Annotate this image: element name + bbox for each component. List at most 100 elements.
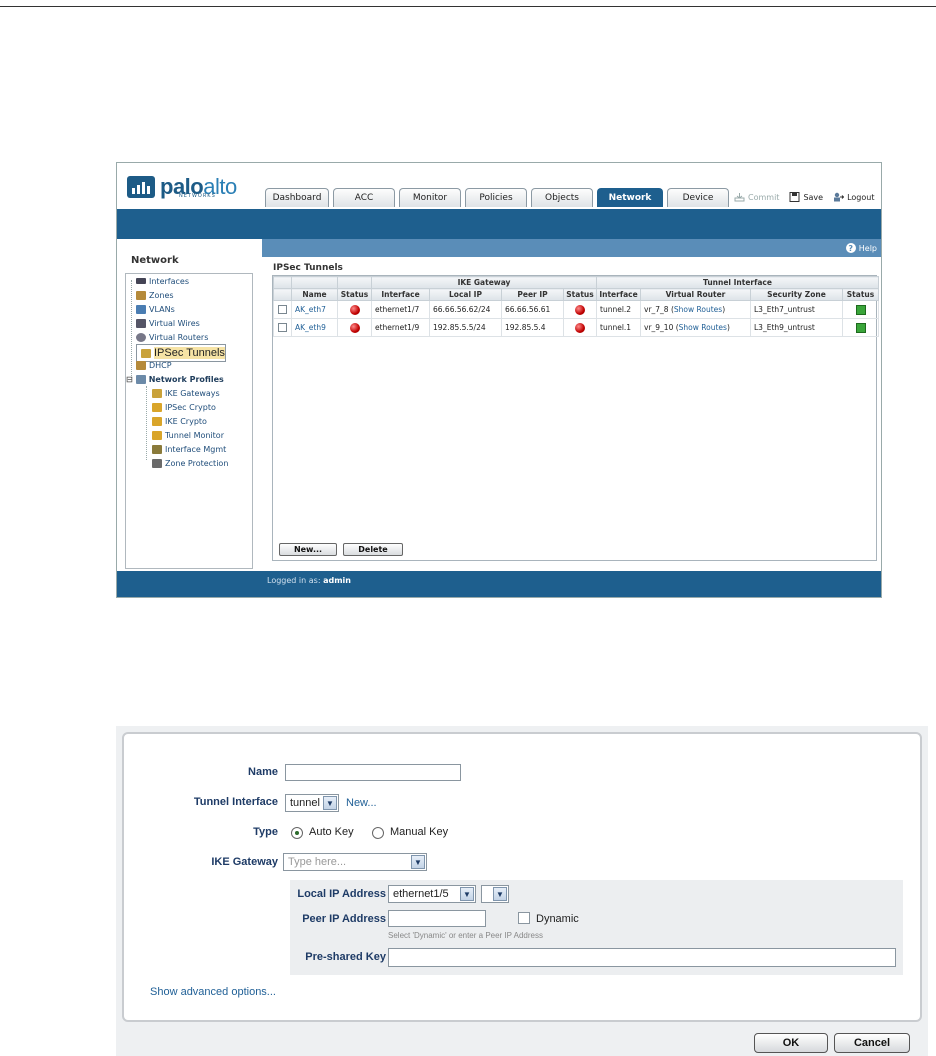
logged-in-user: admin [323, 576, 351, 585]
column-name[interactable]: Name [291, 288, 338, 301]
sidebar-item-ike-crypto[interactable]: IKE Crypto [152, 414, 207, 428]
top-rule [0, 6, 936, 7]
pre-shared-key-input[interactable] [388, 948, 896, 967]
show-advanced-options-link[interactable]: Show advanced options... [150, 986, 276, 998]
help-icon[interactable]: ? [845, 243, 856, 253]
name-label: Name [248, 766, 278, 778]
tab-dashboard[interactable]: Dashboard [265, 188, 329, 207]
type-manual-key-label: Manual Key [390, 826, 449, 838]
zone-protection-icon [152, 458, 162, 468]
dynamic-checkbox[interactable] [518, 912, 530, 924]
ipsec-tunnels-icon [141, 348, 151, 358]
sidebar-group-network-profiles[interactable]: ⊟ Network Profiles [126, 372, 224, 386]
sidebar-item-interfaces[interactable]: Interfaces [136, 274, 189, 288]
status-down-icon [349, 304, 360, 315]
interface-mgmt-icon [152, 444, 162, 454]
chevron-down-icon: ▼ [493, 887, 507, 901]
tab-device[interactable]: Device [667, 188, 729, 207]
sidebar-tree: Interfaces Zones VLANs Virtual Wires Vir… [125, 273, 253, 569]
tab-monitor[interactable]: Monitor [399, 188, 461, 207]
delete-button[interactable]: Delete [343, 543, 403, 556]
group-header-tunnel-interface: Tunnel Interface [596, 276, 879, 289]
logout-button[interactable]: Logout [833, 192, 874, 202]
sidebar-item-dhcp[interactable]: DHCP [136, 358, 172, 372]
ike-interface-cell: ethernet1/7 [371, 300, 430, 319]
tab-policies[interactable]: Policies [465, 188, 527, 207]
show-routes-link[interactable]: Show Routes [679, 323, 727, 332]
main-tabs: Dashboard ACC Monitor Policies Objects N… [265, 188, 729, 207]
collapse-icon: ⊟ [126, 374, 133, 384]
lock-icon [152, 402, 162, 412]
ike-gateway-select[interactable]: Type here... ▼ [283, 853, 427, 871]
table-row[interactable]: AK_eth7 ethernet1/7 66.66.56.62/24 66.66… [273, 300, 879, 319]
help-link[interactable]: Help [859, 244, 877, 253]
row-checkbox[interactable] [278, 305, 287, 315]
new-button[interactable]: New... [279, 543, 337, 556]
type-label: Type [253, 826, 278, 838]
tunnel-new-link[interactable]: New... [346, 797, 377, 809]
column-ike-interface[interactable]: Interface [371, 288, 430, 301]
local-ip-select[interactable]: ethernet1/5 ▼ [388, 885, 476, 903]
sidebar-item-tunnel-monitor[interactable]: Tunnel Monitor [152, 428, 224, 442]
cancel-button[interactable]: Cancel [834, 1033, 910, 1053]
vlans-icon [136, 304, 146, 314]
column-status[interactable]: Status [337, 288, 372, 301]
logged-in-label: Logged in as: [267, 576, 321, 585]
tunnels-table: IKE Gateway Tunnel Interface Name Status… [273, 276, 879, 337]
ok-button[interactable]: OK [754, 1033, 828, 1053]
type-auto-key-label: Auto Key [309, 826, 354, 838]
chevron-down-icon: ▼ [411, 855, 425, 869]
tunnel-status-up-icon [855, 304, 866, 315]
sidebar-item-ike-gateways[interactable]: IKE Gateways [152, 386, 220, 400]
local-ip-cell: 192.85.5.5/24 [429, 318, 502, 337]
logo-bars-icon [127, 176, 155, 198]
table-row[interactable]: AK_eth9 ethernet1/9 192.85.5.5/24 192.85… [273, 318, 879, 337]
virtual-router-cell: vr_7_8 (Show Routes) [640, 300, 751, 319]
save-icon [789, 192, 800, 202]
row-checkbox[interactable] [278, 323, 287, 333]
commit-button[interactable]: Commit [734, 192, 779, 202]
dialog-form: Name Tunnel Interface tunnel ▼ New... Typ… [122, 732, 922, 1022]
sidebar-item-zones[interactable]: Zones [136, 288, 174, 302]
peer-ip-cell: 192.85.5.4 [501, 318, 564, 337]
commit-label: Commit [748, 192, 780, 202]
name-input[interactable] [285, 764, 461, 781]
sidebar-item-virtual-routers[interactable]: Virtual Routers [136, 330, 208, 344]
interfaces-icon [136, 278, 146, 284]
local-ip-cell: 66.66.56.62/24 [429, 300, 502, 319]
ipsec-tunnel-dialog: Name Tunnel Interface tunnel ▼ New... Typ… [116, 726, 928, 1056]
tunnel-name-link[interactable]: AK_eth9 [295, 323, 326, 332]
column-ike-status[interactable]: Status [563, 288, 597, 301]
sidebar-item-ipsec-crypto[interactable]: IPSec Crypto [152, 400, 216, 414]
column-virtual-router[interactable]: Virtual Router [640, 288, 751, 301]
show-routes-link[interactable]: Show Routes [674, 305, 722, 314]
tunnel-interface-select[interactable]: tunnel ▼ [285, 794, 339, 812]
peer-ip-cell: 66.66.56.61 [501, 300, 564, 319]
tab-objects[interactable]: Objects [531, 188, 593, 207]
main-panel: ? Help IPSec Tunnels IKE Gateway Tunnel … [262, 239, 881, 571]
logout-label: Logout [847, 192, 875, 202]
local-ip-address-select[interactable]: ▼ [481, 885, 509, 903]
dhcp-icon [136, 360, 146, 370]
type-auto-key-radio[interactable] [291, 827, 303, 839]
column-tunnel-status[interactable]: Status [842, 288, 879, 301]
peer-ip-input[interactable] [388, 910, 486, 927]
column-security-zone[interactable]: Security Zone [750, 288, 843, 301]
column-peer-ip[interactable]: Peer IP [501, 288, 564, 301]
sidebar-item-virtual-wires[interactable]: Virtual Wires [136, 316, 200, 330]
tunnel-name-link[interactable]: AK_eth7 [295, 305, 326, 314]
tab-network[interactable]: Network [597, 188, 663, 207]
page-title: IPSec Tunnels [273, 263, 343, 273]
type-manual-key-radio[interactable] [372, 827, 384, 839]
local-ip-label: Local IP Address [297, 888, 386, 900]
ipsec-tunnels-screenshot: paloalto NETWORKS Dashboard ACC Monitor … [116, 162, 882, 598]
lock-icon [152, 416, 162, 426]
column-local-ip[interactable]: Local IP [429, 288, 502, 301]
tab-acc[interactable]: ACC [333, 188, 395, 207]
save-button[interactable]: Save [789, 192, 823, 202]
tunnel-interface-cell: tunnel.2 [596, 300, 641, 319]
column-tunnel-interface[interactable]: Interface [596, 288, 641, 301]
sidebar-item-vlans[interactable]: VLANs [136, 302, 175, 316]
sidebar-item-zone-protection[interactable]: Zone Protection [152, 456, 228, 470]
sidebar-item-interface-mgmt[interactable]: Interface Mgmt [152, 442, 226, 456]
